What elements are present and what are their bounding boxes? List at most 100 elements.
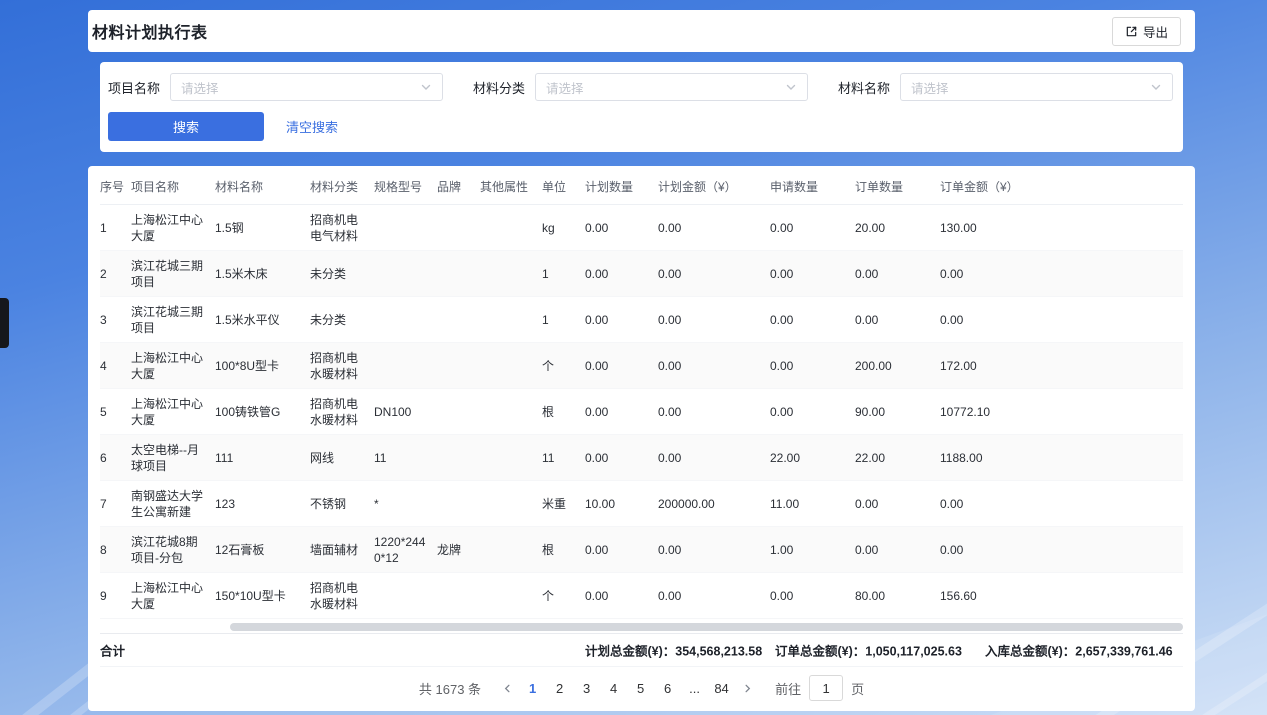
table-cell: 22.00 — [770, 435, 855, 481]
table-cell: 未分类 — [310, 251, 374, 297]
column-header: 品牌 — [437, 166, 480, 205]
table-cell: 12石膏板 — [215, 527, 310, 573]
data-table-panel: 序号项目名称材料名称材料分类规格型号品牌其他属性单位计划数量计划金额（¥）申请数… — [88, 166, 1195, 711]
table-cell: 0.00 — [585, 435, 658, 481]
table-cell: 1.00 — [770, 527, 855, 573]
table-cell: 滨江花城三期项目 — [131, 297, 215, 343]
category-select[interactable]: 请选择 — [535, 73, 808, 101]
material-name-label: 材料名称 — [838, 78, 890, 97]
column-header: 订单数量 — [855, 166, 940, 205]
table-cell — [437, 297, 480, 343]
table-cell: 4 — [100, 343, 131, 389]
table-cell: 20.00 — [855, 205, 940, 251]
table-cell: 0.00 — [658, 297, 770, 343]
table-cell — [480, 205, 542, 251]
table-cell — [374, 343, 437, 389]
material-select-placeholder: 请选择 — [911, 78, 949, 97]
filter-group-material: 材料名称 请选择 — [838, 73, 1173, 101]
table-cell — [480, 435, 542, 481]
column-header: 其他属性 — [480, 166, 542, 205]
table-cell: 不锈钢 — [310, 481, 374, 527]
filter-group-project: 项目名称 请选择 — [108, 73, 443, 101]
table-cell: 0.00 — [855, 297, 940, 343]
pagination-total-text: 共 1673 条 — [419, 679, 481, 698]
horizontal-scrollbar-thumb[interactable] — [230, 623, 1183, 631]
table-cell: 上海松江中心大厦 — [131, 205, 215, 251]
page-button[interactable]: 6 — [654, 675, 681, 702]
table-cell: 11 — [542, 435, 585, 481]
chevron-down-icon — [420, 81, 432, 93]
pager-ellipsis[interactable]: ... — [681, 675, 708, 702]
table-cell — [480, 251, 542, 297]
table-cell: 1188.00 — [940, 435, 1183, 481]
material-select[interactable]: 请选择 — [900, 73, 1173, 101]
table-cell: 上海松江中心大厦 — [131, 343, 215, 389]
table-cell: 0.00 — [585, 251, 658, 297]
page-button[interactable]: 5 — [627, 675, 654, 702]
table-cell: 招商机电电气材料 — [310, 205, 374, 251]
table-cell: 8 — [100, 527, 131, 573]
column-header: 订单金额（¥） — [940, 166, 1183, 205]
table-cell: DN100 — [374, 389, 437, 435]
table-cell: 0.00 — [855, 527, 940, 573]
clear-search-link[interactable]: 清空搜索 — [286, 117, 338, 136]
table-cell: 10772.10 — [940, 389, 1183, 435]
project-select[interactable]: 请选择 — [170, 73, 443, 101]
prev-page-button[interactable] — [495, 675, 519, 702]
table-cell: 1 — [100, 205, 131, 251]
table-cell: 0.00 — [770, 251, 855, 297]
next-page-button[interactable] — [735, 675, 759, 702]
table-cell: 0.00 — [658, 573, 770, 619]
page-title: 材料计划执行表 — [92, 19, 208, 43]
summary-order-total: 订单总金额(¥)：1,050,117,025.63 — [775, 641, 962, 660]
page-button[interactable]: 4 — [600, 675, 627, 702]
table-cell — [437, 389, 480, 435]
pagination: 共 1673 条 123456...84 前往 页 — [100, 667, 1183, 709]
table-cell: 172.00 — [940, 343, 1183, 389]
drawer-toggle[interactable] — [0, 298, 9, 348]
table-cell: 0.00 — [585, 527, 658, 573]
table-cell: 5 — [100, 389, 131, 435]
page-button[interactable]: 3 — [573, 675, 600, 702]
table-cell: * — [374, 481, 437, 527]
table-cell: 0.00 — [940, 527, 1183, 573]
table-cell — [437, 251, 480, 297]
page-button[interactable]: 84 — [708, 675, 735, 702]
table-cell: 9 — [100, 573, 131, 619]
category-select-placeholder: 请选择 — [546, 78, 584, 97]
table-cell: 200000.00 — [658, 481, 770, 527]
table-cell: 0.00 — [585, 573, 658, 619]
project-name-label: 项目名称 — [108, 78, 160, 97]
page-button[interactable]: 1 — [519, 675, 546, 702]
table-cell: 2 — [100, 251, 131, 297]
column-header: 序号 — [100, 166, 131, 205]
horizontal-scrollbar — [100, 623, 1183, 631]
page-button[interactable]: 2 — [546, 675, 573, 702]
material-plan-table: 序号项目名称材料名称材料分类规格型号品牌其他属性单位计划数量计划金额（¥）申请数… — [100, 166, 1183, 619]
table-cell: 0.00 — [585, 343, 658, 389]
page-header: 材料计划执行表 导出 — [88, 10, 1195, 52]
chevron-left-icon — [502, 683, 513, 694]
export-button[interactable]: 导出 — [1112, 17, 1181, 46]
table-cell: 0.00 — [770, 389, 855, 435]
table-cell: 1220*2440*12 — [374, 527, 437, 573]
table-cell: 0.00 — [855, 481, 940, 527]
table-row: 2滨江花城三期项目1.5米木床未分类10.000.000.000.000.00 — [100, 251, 1183, 297]
table-cell: 100铸铁管G — [215, 389, 310, 435]
table-cell: 个 — [542, 573, 585, 619]
table-cell: 156.60 — [940, 573, 1183, 619]
table-cell: 0.00 — [770, 205, 855, 251]
table-row: 3滨江花城三期项目1.5米水平仪未分类10.000.000.000.000.00 — [100, 297, 1183, 343]
table-cell: 个 — [542, 343, 585, 389]
table-header-row: 序号项目名称材料名称材料分类规格型号品牌其他属性单位计划数量计划金额（¥）申请数… — [100, 166, 1183, 205]
page-jump-input[interactable] — [809, 675, 843, 701]
column-header: 材料分类 — [310, 166, 374, 205]
table-cell: 1.5钢 — [215, 205, 310, 251]
column-header: 单位 — [542, 166, 585, 205]
table-cell: 0.00 — [585, 389, 658, 435]
table-cell: 0.00 — [658, 527, 770, 573]
table-cell: 80.00 — [855, 573, 940, 619]
export-icon — [1125, 25, 1138, 38]
search-button[interactable]: 搜索 — [108, 112, 264, 141]
table-cell: 未分类 — [310, 297, 374, 343]
